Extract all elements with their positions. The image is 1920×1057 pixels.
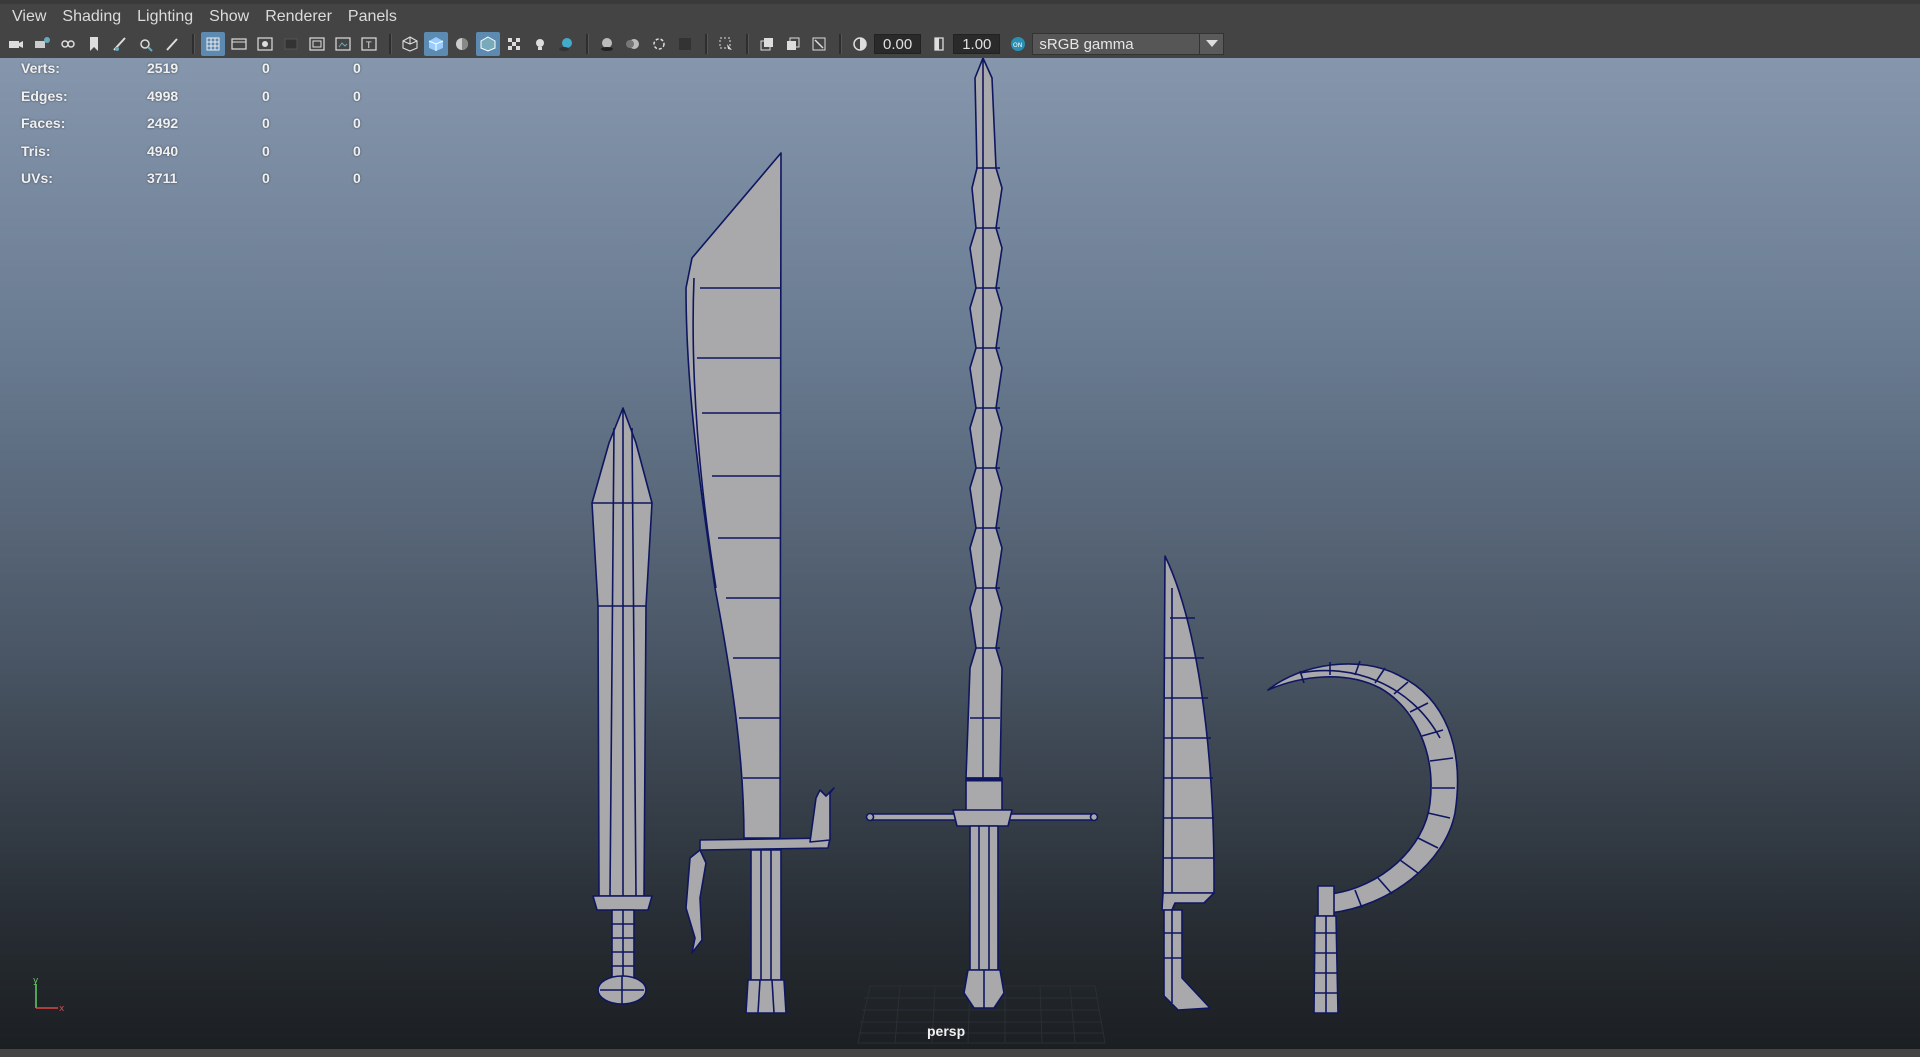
safe-title-icon[interactable]: T — [357, 32, 381, 56]
toolbar-separator — [192, 34, 195, 54]
sickle-mesh — [1267, 660, 1459, 1014]
safe-action-icon[interactable] — [331, 32, 355, 56]
gamma-icon[interactable] — [927, 32, 951, 56]
select-camera-icon[interactable] — [4, 32, 28, 56]
menu-panels[interactable]: Panels — [342, 6, 407, 28]
color-space-select[interactable]: sRGB gamma — [1032, 33, 1201, 55]
toolbar-separator — [705, 34, 708, 54]
panel-toolbar: T 0.00 1.00 ON sRGB gamma — [0, 30, 1920, 58]
chevron-down-icon[interactable] — [1200, 33, 1225, 55]
default-material-icon[interactable] — [450, 32, 474, 56]
depth-of-field-icon[interactable] — [673, 32, 697, 56]
gamma-field[interactable]: 1.00 — [953, 34, 1001, 54]
panel-bottom-border — [0, 1049, 1920, 1057]
color-management-icon[interactable]: ON — [1006, 32, 1030, 56]
film-gate-icon[interactable] — [227, 32, 251, 56]
grid-icon[interactable] — [201, 32, 225, 56]
axis-x-label: x — [59, 1004, 65, 1014]
textured-icon[interactable] — [502, 32, 526, 56]
leaf-sword-mesh — [591, 407, 653, 1005]
camera-name-label: persp — [927, 1023, 966, 1039]
smooth-shade-icon[interactable] — [424, 32, 448, 56]
view-axis-gizmo: y x — [33, 976, 65, 1014]
image-plane-icon[interactable] — [82, 32, 106, 56]
menu-renderer[interactable]: Renderer — [259, 6, 342, 28]
xray-components-icon[interactable] — [781, 32, 805, 56]
wireframe-icon[interactable] — [398, 32, 422, 56]
persp-viewport[interactable]: Verts: 2519 0 0 Edges: 4998 0 0 Faces: 2… — [0, 58, 1920, 1049]
toolbar-separator — [389, 34, 392, 54]
panel-menubar: View Shading Lighting Show Renderer Pane… — [0, 0, 1920, 30]
menu-shading[interactable]: Shading — [56, 6, 131, 28]
wireframe-on-shaded-icon[interactable] — [476, 32, 500, 56]
menu-lighting[interactable]: Lighting — [131, 6, 203, 28]
xray-icon[interactable] — [714, 32, 738, 56]
grease-pencil-icon[interactable] — [108, 32, 132, 56]
resolution-gate-icon[interactable] — [253, 32, 277, 56]
exposure-field[interactable]: 0.00 — [874, 34, 922, 54]
toolbar-separator — [839, 34, 842, 54]
flamberge-sword-mesh — [865, 58, 1099, 1009]
knife-mesh — [1161, 555, 1215, 1011]
motion-blur-icon[interactable] — [621, 32, 645, 56]
anti-aliasing-icon[interactable] — [647, 32, 671, 56]
isolate-select-icon[interactable] — [134, 32, 158, 56]
gate-mask-icon[interactable] — [279, 32, 303, 56]
isolate-frame-icon[interactable] — [807, 32, 831, 56]
exposure-icon[interactable] — [848, 32, 872, 56]
shadows-icon[interactable] — [554, 32, 578, 56]
menu-view[interactable]: View — [6, 6, 56, 28]
svg-text:T: T — [365, 41, 372, 51]
xray-joints-icon[interactable] — [755, 32, 779, 56]
paint-icon[interactable] — [160, 32, 184, 56]
field-chart-icon[interactable] — [305, 32, 329, 56]
toolbar-separator — [586, 34, 589, 54]
bookmark-icon[interactable] — [56, 32, 80, 56]
axis-y-label: y — [33, 976, 39, 986]
menu-show[interactable]: Show — [203, 6, 259, 28]
cleaver-sword-mesh — [685, 152, 835, 1014]
lights-icon[interactable] — [528, 32, 552, 56]
scene-meshes — [591, 58, 1459, 1044]
toolbar-separator — [746, 34, 749, 54]
camera-attributes-icon[interactable] — [30, 32, 54, 56]
screen-space-ao-icon[interactable] — [595, 32, 619, 56]
svg-text:ON: ON — [1013, 42, 1022, 49]
